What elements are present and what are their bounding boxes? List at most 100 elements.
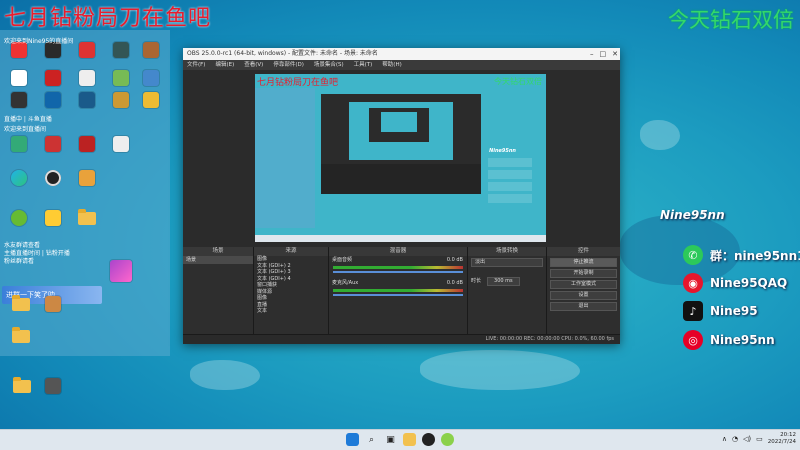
desktop-icon[interactable] xyxy=(2,70,36,86)
desktop-icon[interactable] xyxy=(104,136,138,152)
clock[interactable]: 20:12 2022/7/24 xyxy=(768,432,796,446)
sources-dock-title: 来源 xyxy=(254,247,328,256)
obs-docks: 场景 场景 + − ∧ ∨ 来源 图像 文本 (GDI+) 2 文本 (GDI+… xyxy=(183,247,620,344)
file-explorer-icon[interactable] xyxy=(403,433,416,446)
volume-slider[interactable] xyxy=(333,271,463,273)
desktop-icon[interactable] xyxy=(2,92,36,108)
obs-window: OBS 25.0.0-rc1 (64-bit, windows) - 配置文件:… xyxy=(183,48,620,344)
obs-preview[interactable]: 七月钻粉局刀在鱼吧 今天钻石双倍 Nine95nn xyxy=(255,74,546,242)
menu-file[interactable]: 文件(F) xyxy=(187,60,205,70)
desktop-icon[interactable] xyxy=(104,92,138,108)
social-row-douyin: ♪ Nine95 xyxy=(683,301,758,321)
audio-meter xyxy=(333,266,463,269)
weibo-icon: ◉ xyxy=(683,273,703,293)
maximize-icon[interactable]: □ xyxy=(600,48,607,60)
network-icon[interactable]: ◔ xyxy=(732,435,738,443)
desktop-icon[interactable] xyxy=(70,92,104,108)
obs-title: OBS 25.0.0-rc1 (64-bit, windows) - 配置文件:… xyxy=(187,50,378,57)
exit-button[interactable]: 退出 xyxy=(550,302,617,311)
streamer-name: Nine95nn xyxy=(660,208,725,222)
desktop-note: 粉丝群请看 xyxy=(4,258,35,265)
desktop-note: 主播直播时间 | 钻粉开播 xyxy=(4,250,70,257)
settings-button[interactable]: 设置 xyxy=(550,291,617,300)
douyin-icon: ♪ xyxy=(683,301,703,321)
desktop-icon[interactable] xyxy=(134,42,168,58)
menu-edit[interactable]: 编辑(E) xyxy=(215,60,234,70)
studio-mode-button[interactable]: 工作室模式 xyxy=(550,280,617,289)
desktop-icon[interactable] xyxy=(36,210,70,226)
desktop-icon[interactable] xyxy=(36,92,70,108)
chevron-up-icon[interactable]: ∧ xyxy=(722,435,727,443)
desktop-icon[interactable] xyxy=(104,70,138,86)
scenes-dock-title: 场景 xyxy=(183,247,253,256)
desktop-icon[interactable] xyxy=(104,260,138,282)
mixer-dock: 混音器 桌面音频 0.0 dB 麦克风/Aux 0.0 dB xyxy=(329,247,468,344)
app-taskbar-icon[interactable] xyxy=(441,433,454,446)
mixer-channel-db: 0.0 dB xyxy=(446,280,463,286)
mixer-channel-name: 麦克风/Aux xyxy=(332,280,359,286)
windows-start-icon[interactable] xyxy=(346,433,359,446)
social-row-weibo: ◉ Nine95QAQ xyxy=(683,273,787,293)
desktop-icon[interactable] xyxy=(36,70,70,86)
desktop-icon[interactable] xyxy=(134,92,168,108)
transition-select[interactable]: 淡出 xyxy=(471,258,543,267)
duration-input[interactable]: 300 ms xyxy=(487,277,520,286)
mixer-channel-name: 桌面音频 xyxy=(332,257,353,263)
stop-streaming-button[interactable]: 停止推流 xyxy=(550,258,617,267)
preview-nested-obs xyxy=(321,94,481,194)
social-label: 群：nine95nn1 xyxy=(710,248,800,263)
wallpaper-shape xyxy=(640,120,680,150)
desktop-icon[interactable] xyxy=(2,136,36,152)
volume-icon[interactable]: ◁) xyxy=(743,435,751,443)
taskbar-icons: ⌕ ▣ xyxy=(346,433,454,446)
social-row-netease-music: ◎ Nine95nn xyxy=(683,330,775,350)
stream-overlay-title: 七月钻粉局刀在鱼吧 xyxy=(4,6,212,31)
folder-icon[interactable] xyxy=(5,377,39,393)
obs-titlebar[interactable]: OBS 25.0.0-rc1 (64-bit, windows) - 配置文件:… xyxy=(183,48,620,60)
taskbar: ⌕ ▣ ∧ ◔ ◁) ▭ 20:12 2022/7/24 xyxy=(0,429,800,450)
menu-view[interactable]: 查看(V) xyxy=(244,60,263,70)
wallpaper-shape xyxy=(420,350,580,390)
preview-overlay-promo: 今天钻石双倍 xyxy=(494,77,542,86)
clock-date: 2022/7/24 xyxy=(767,439,796,445)
start-recording-button[interactable]: 开始录制 xyxy=(550,269,617,278)
computer-icon[interactable] xyxy=(36,378,70,394)
menu-docks[interactable]: 停靠部件(D) xyxy=(273,60,304,70)
menu-help[interactable]: 帮助(H) xyxy=(382,60,401,70)
obs-taskbar-icon[interactable] xyxy=(422,433,435,446)
social-label: Nine95nn xyxy=(710,333,775,347)
desktop-icon[interactable] xyxy=(36,296,70,312)
folder-icon[interactable] xyxy=(4,327,38,343)
desktop-icon[interactable] xyxy=(70,70,104,86)
battery-icon[interactable]: ▭ xyxy=(756,435,763,443)
wallpaper-shape xyxy=(190,360,260,390)
desktop-icon[interactable] xyxy=(36,136,70,152)
folder-icon[interactable] xyxy=(4,295,38,311)
search-icon[interactable]: ⌕ xyxy=(365,433,378,446)
edge-icon[interactable] xyxy=(2,170,36,186)
desktop-icon[interactable] xyxy=(70,170,104,186)
preview-social-list xyxy=(488,158,532,203)
source-item[interactable]: 文本 xyxy=(254,308,328,315)
close-icon[interactable]: ✕ xyxy=(612,48,618,60)
desktop-note: 水友群请查看 xyxy=(4,242,41,249)
minimize-icon[interactable]: – xyxy=(590,48,594,60)
system-tray: ∧ ◔ ◁) ▭ 20:12 2022/7/24 xyxy=(722,432,796,446)
obs-icon[interactable] xyxy=(36,170,70,186)
desktop-icon[interactable] xyxy=(134,70,168,86)
desktop-note: 欢迎来到Nine95的直播间 xyxy=(4,38,74,45)
mixer-dock-title: 混音器 xyxy=(329,247,467,256)
preview-taskbar xyxy=(255,235,546,242)
task-view-icon[interactable]: ▣ xyxy=(384,433,397,446)
menu-scene-collection[interactable]: 场景集合(S) xyxy=(314,60,344,70)
folder-icon[interactable] xyxy=(70,209,104,225)
scene-item[interactable]: 场景 xyxy=(183,256,253,264)
volume-slider[interactable] xyxy=(333,294,463,296)
audio-meter xyxy=(333,289,463,292)
desktop-icon[interactable] xyxy=(70,136,104,152)
menu-tools[interactable]: 工具(T) xyxy=(354,60,373,70)
scenes-dock: 场景 场景 + − ∧ ∨ xyxy=(183,247,254,344)
desktop-icon[interactable] xyxy=(2,210,36,226)
desktop-icon[interactable] xyxy=(70,42,104,58)
desktop-icon[interactable] xyxy=(104,42,138,58)
